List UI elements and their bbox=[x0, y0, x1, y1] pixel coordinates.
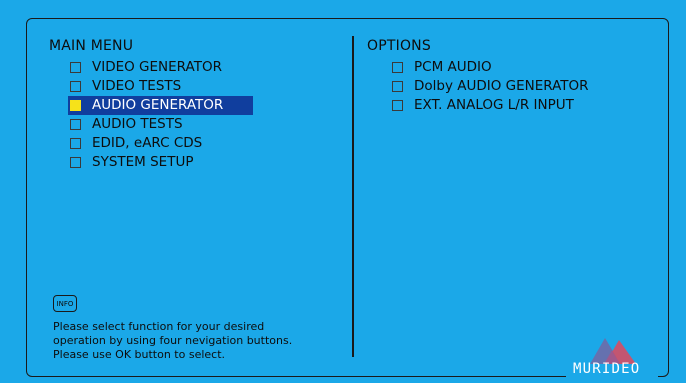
help-line: Please use OK button to select. bbox=[53, 348, 226, 361]
checkbox-icon bbox=[70, 138, 81, 149]
generator-screen: MAIN MENU VIDEO GENERATOR VIDEO TESTS AU… bbox=[0, 0, 686, 383]
menu-item-system-setup[interactable]: SYSTEM SETUP bbox=[68, 153, 253, 172]
menu-item-label: VIDEO GENERATOR bbox=[92, 59, 222, 75]
menu-item-label: SYSTEM SETUP bbox=[92, 154, 194, 170]
menu-item-label: VIDEO TESTS bbox=[92, 78, 182, 94]
options-list: PCM AUDIO Dolby AUDIO GENERATOR EXT. ANA… bbox=[390, 58, 589, 115]
checkbox-icon bbox=[70, 157, 81, 168]
help-line: Please select function for your desired bbox=[53, 320, 265, 333]
menu-item-label: EDID, eARC CDS bbox=[92, 135, 203, 151]
menu-item-label: AUDIO TESTS bbox=[92, 116, 183, 132]
checkbox-icon bbox=[70, 119, 81, 130]
menu-item-video-tests[interactable]: VIDEO TESTS bbox=[68, 77, 253, 96]
menu-item-video-generator[interactable]: VIDEO GENERATOR bbox=[68, 58, 253, 77]
option-pcm-audio[interactable]: PCM AUDIO bbox=[390, 58, 589, 77]
option-label: PCM AUDIO bbox=[414, 59, 492, 75]
menu-item-audio-tests[interactable]: AUDIO TESTS bbox=[68, 115, 253, 134]
menu-item-label: AUDIO GENERATOR bbox=[92, 97, 224, 113]
selected-checkbox-icon bbox=[70, 100, 81, 111]
main-menu-list: VIDEO GENERATOR VIDEO TESTS AUDIO GENERA… bbox=[68, 58, 253, 172]
checkbox-icon bbox=[392, 100, 403, 111]
option-ext-analog-lr-input[interactable]: EXT. ANALOG L/R INPUT bbox=[390, 96, 589, 115]
mountain-logo-icon bbox=[590, 338, 636, 364]
checkbox-icon bbox=[70, 81, 81, 92]
menu-item-edid-earc-cds[interactable]: EDID, eARC CDS bbox=[68, 134, 253, 153]
brand-logo-text: MURIDEO bbox=[573, 361, 641, 377]
options-title: OPTIONS bbox=[367, 38, 431, 54]
option-dolby-audio-generator[interactable]: Dolby AUDIO GENERATOR bbox=[390, 77, 589, 96]
menu-item-audio-generator[interactable]: AUDIO GENERATOR bbox=[68, 96, 253, 115]
column-divider bbox=[352, 36, 354, 357]
checkbox-icon bbox=[392, 62, 403, 73]
main-menu-title: MAIN MENU bbox=[49, 38, 134, 54]
option-label: Dolby AUDIO GENERATOR bbox=[414, 78, 589, 94]
info-icon[interactable]: INFO bbox=[53, 295, 77, 312]
option-label: EXT. ANALOG L/R INPUT bbox=[414, 97, 574, 113]
checkbox-icon bbox=[392, 81, 403, 92]
help-text: Please select function for your desired … bbox=[53, 320, 292, 362]
checkbox-icon bbox=[70, 62, 81, 73]
help-line: operation by using four nevigation butto… bbox=[53, 334, 293, 347]
